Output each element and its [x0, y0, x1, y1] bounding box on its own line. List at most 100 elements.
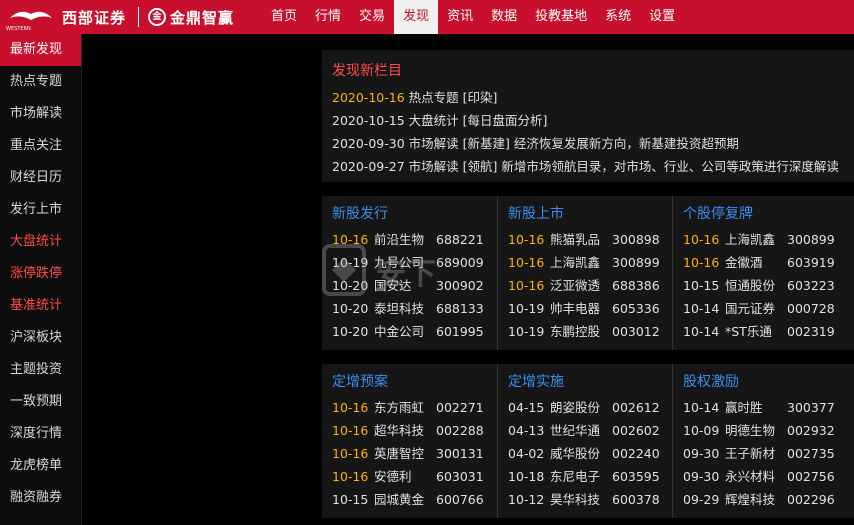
stock-row[interactable]: 10-19 东鹏控股 003012 — [508, 320, 662, 343]
nav-item[interactable]: 首页 — [262, 0, 306, 34]
nav-item[interactable]: 数据 — [482, 0, 526, 34]
stock-row[interactable]: 10-16 熊猫乳品 300898 — [508, 228, 662, 251]
nav-item[interactable]: 投教基地 — [526, 0, 596, 34]
stock-row[interactable]: 10-16 上海凯鑫 300899 — [683, 228, 837, 251]
stock-row[interactable]: 09-29 辉煌科技 002296 — [683, 488, 837, 511]
discover-row[interactable]: 2020-10-15 大盘统计 [每日盘面分析] — [332, 109, 844, 132]
stock-row[interactable]: 10-16 上海凯鑫 300899 — [508, 251, 662, 274]
stock-date: 10-16 — [508, 278, 545, 293]
sidebar-item[interactable]: 发行上市 — [0, 194, 81, 226]
section-title[interactable]: 个股停复牌 — [683, 202, 837, 226]
stock-name: 园城黄金 — [374, 492, 425, 507]
stock-row[interactable]: 09-30 王子新材 002735 — [683, 442, 837, 465]
broker-name: 西部证券 — [62, 9, 127, 27]
nav-item[interactable]: 系统 — [596, 0, 640, 34]
stock-row[interactable]: 10-16 安德利 603031 — [332, 465, 487, 488]
section-title[interactable]: 定增实施 — [508, 370, 662, 394]
stock-row[interactable]: 09-30 永兴材料 002756 — [683, 465, 837, 488]
stock-row[interactable]: 10-16 英唐智控 300131 — [332, 442, 487, 465]
sidebar-item[interactable]: 融资融券 — [0, 482, 81, 514]
sidebar-item[interactable]: 大盘统计 — [0, 226, 81, 258]
stock-name: 英唐智控 — [374, 446, 425, 461]
stock-row[interactable]: 10-09 明德生物 002932 — [683, 419, 837, 442]
sidebar-item[interactable]: 沪深板块 — [0, 322, 81, 354]
stock-name: 安德利 — [374, 469, 412, 484]
sidebar-item[interactable]: 主题投资 — [0, 354, 81, 386]
sidebar: 最新发现 热点专题 市场解读 重点关注 财经日历 发行上市 大盘统计 涨停跌停 基准统计 沪深板块… — [0, 34, 82, 525]
stock-name: 金徽酒 — [725, 255, 763, 270]
stock-row[interactable]: 10-16 泛亚微透 688386 — [508, 274, 662, 297]
stock-code: 300131 — [436, 446, 484, 461]
stock-row[interactable]: 10-20 中金公司 601995 — [332, 320, 487, 343]
stock-row[interactable]: 10-15 园城黄金 600766 — [332, 488, 487, 511]
sidebar-item[interactable]: 一致预期 — [0, 386, 81, 418]
stock-date: 04-02 — [508, 446, 545, 461]
sidebar-item[interactable]: 热点专题 — [0, 66, 81, 98]
stock-date: 10-16 — [683, 255, 720, 270]
discover-row[interactable]: 2020-10-16 热点专题 [印染] — [332, 86, 844, 109]
stock-row[interactable]: 10-15 恒通股份 603223 — [683, 274, 837, 297]
stock-row[interactable]: 04-13 世纪华通 002602 — [508, 419, 662, 442]
stock-code: 600378 — [612, 492, 660, 507]
stock-name: 辉煌科技 — [725, 492, 776, 507]
sidebar-item[interactable]: 深度行情 — [0, 418, 81, 450]
sidebar-item[interactable]: 市场解读 — [0, 98, 81, 130]
sidebar-item[interactable]: 最新发现 — [0, 34, 81, 66]
stock-name: 熊猫乳品 — [550, 232, 601, 247]
discover-text: 市场解读 [新基建] 经济恢复发展新方向，新基建投资超预期 — [404, 136, 739, 151]
stock-date: 10-16 — [332, 469, 369, 484]
western-logo-icon — [10, 11, 52, 20]
sidebar-item[interactable]: 基准统计 — [0, 290, 81, 322]
sidebar-item[interactable]: 龙虎榜单 — [0, 450, 81, 482]
nav-item[interactable]: 交易 — [350, 0, 394, 34]
stock-row[interactable]: 10-16 超华科技 002288 — [332, 419, 487, 442]
stock-row[interactable]: 10-19 帅丰电器 605336 — [508, 297, 662, 320]
nav-item[interactable]: 发现 — [394, 0, 439, 34]
stock-date: 10-12 — [508, 492, 545, 507]
stock-name: 永兴材料 — [725, 469, 776, 484]
watermark-logo-icon: 安下 — [322, 244, 436, 296]
discover-row[interactable]: 2020-09-27 市场解读 [领航] 新增市场领航目录，对市场、行业、公司等… — [332, 155, 844, 178]
discover-text: 大盘统计 [每日盘面分析] — [404, 113, 548, 128]
stock-code: 002932 — [787, 423, 835, 438]
jinding-logo-icon: 金 — [148, 8, 166, 26]
sidebar-item[interactable]: 财经日历 — [0, 162, 81, 194]
stock-row[interactable]: 10-16 东方雨虹 002271 — [332, 396, 487, 419]
stock-date: 10-16 — [508, 255, 545, 270]
stock-code: 002271 — [436, 400, 484, 415]
section-column: 个股停复牌 10-16 上海凯鑫 300899 10-16 金徽酒 603919 10-15 恒… — [672, 196, 847, 350]
stock-date: 10-15 — [683, 278, 720, 293]
stock-name: 东鹏控股 — [550, 324, 601, 339]
stock-name: 王子新材 — [725, 446, 776, 461]
stock-row[interactable]: 10-12 昊华科技 600378 — [508, 488, 662, 511]
section-title[interactable]: 新股发行 — [332, 202, 487, 226]
nav-item[interactable]: 资讯 — [438, 0, 482, 34]
stock-row[interactable]: 04-02 威华股份 002240 — [508, 442, 662, 465]
discover-row[interactable]: 2020-09-30 市场解读 [新基建] 经济恢复发展新方向，新基建投资超预期 — [332, 132, 844, 155]
nav-item[interactable]: 设置 — [640, 0, 684, 34]
stock-name: 东尼电子 — [550, 469, 601, 484]
stock-code: 603031 — [436, 469, 484, 484]
stock-name: 中金公司 — [374, 324, 425, 339]
stock-row[interactable]: 10-14 *ST乐通 002319 — [683, 320, 837, 343]
section-title[interactable]: 定增预案 — [332, 370, 487, 394]
stock-date: 10-09 — [683, 423, 720, 438]
sidebar-item[interactable]: 涨停跌停 — [0, 258, 81, 290]
section-title[interactable]: 新股上市 — [508, 202, 662, 226]
stock-name: 明德生物 — [725, 423, 776, 438]
stock-code: 601995 — [436, 324, 484, 339]
stock-row[interactable]: 10-16 金徽酒 603919 — [683, 251, 837, 274]
stock-row[interactable]: 04-15 朗姿股份 002612 — [508, 396, 662, 419]
stock-date: 10-15 — [332, 492, 369, 507]
stock-date: 10-14 — [683, 324, 720, 339]
stock-code: 002319 — [787, 324, 835, 339]
section-title[interactable]: 股权激励 — [683, 370, 837, 394]
stock-row[interactable]: 10-14 赢时胜 300377 — [683, 396, 837, 419]
stock-row[interactable]: 10-18 东尼电子 603595 — [508, 465, 662, 488]
section-column: 定增实施 04-15 朗姿股份 002612 04-13 世纪华通 002602 04-02 威… — [497, 364, 672, 518]
stock-row[interactable]: 10-14 国元证券 000728 — [683, 297, 837, 320]
sidebar-item[interactable]: 重点关注 — [0, 130, 81, 162]
stock-code: 002612 — [612, 400, 660, 415]
nav-item[interactable]: 行情 — [306, 0, 350, 34]
stock-code: 603595 — [612, 469, 660, 484]
